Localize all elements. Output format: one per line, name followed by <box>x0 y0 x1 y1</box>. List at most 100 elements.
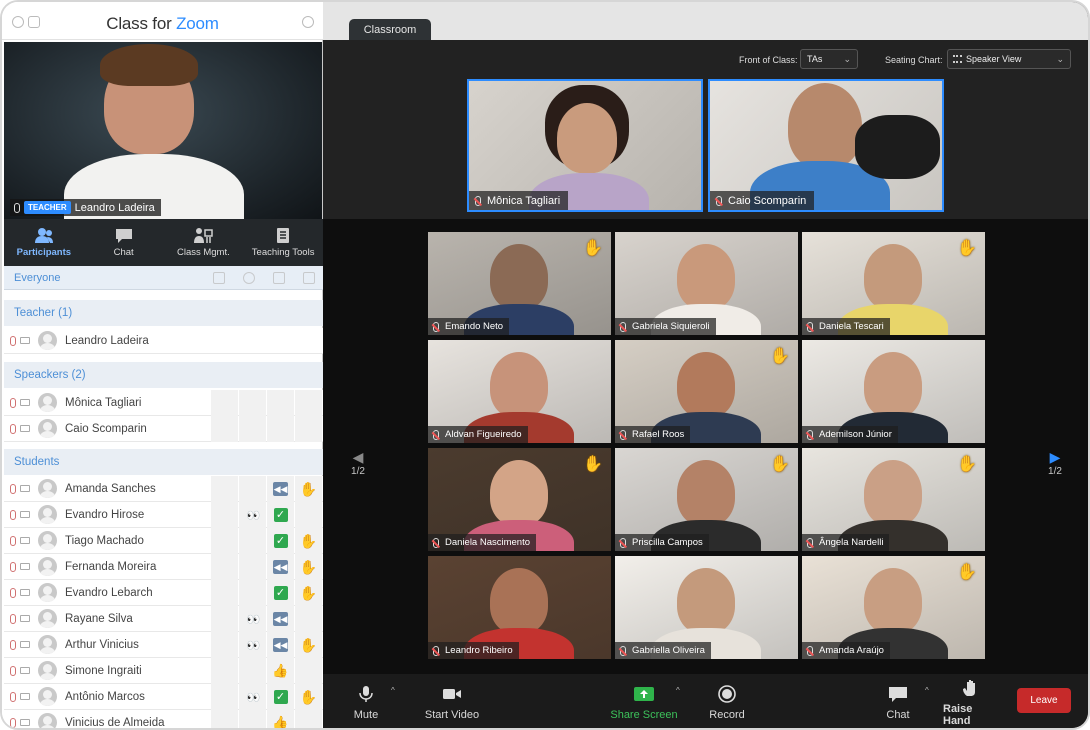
raise-hand-button[interactable]: Raise Hand <box>943 674 999 728</box>
mic-muted-icon <box>433 645 439 656</box>
participant-video-tile[interactable]: ✋ Daniela Nascimento <box>428 448 611 551</box>
camera-icon[interactable] <box>20 337 30 344</box>
teacher-row[interactable]: Leandro Ladeira <box>4 328 323 354</box>
status-cell: ✋ <box>295 554 322 580</box>
mic-icon[interactable] <box>10 397 16 408</box>
start-video-button[interactable]: Start Video <box>421 674 483 728</box>
participant-video-tile[interactable]: ✋ Priscilla Campos <box>615 448 798 551</box>
mic-icon[interactable] <box>10 483 16 494</box>
mic-icon[interactable] <box>10 665 16 676</box>
front-of-class-select[interactable]: TAs ⌄ <box>800 49 858 69</box>
participant-name-tag: Ângela Nardelli <box>802 534 890 551</box>
speaker-row[interactable]: Mônica Tagliari <box>4 390 323 416</box>
avatar <box>38 479 57 498</box>
tab-participants[interactable]: Participants <box>4 219 84 266</box>
participant-video-tile[interactable]: Aldvan Figueiredo <box>428 340 611 443</box>
section-students[interactable]: Students <box>4 449 323 475</box>
start-video-label: Start Video <box>424 709 480 721</box>
settings-icon[interactable] <box>302 16 314 28</box>
seating-chart-select[interactable]: Speaker View ⌄ <box>947 49 1071 69</box>
participant-video-tile[interactable]: Leandro Ribeiro <box>428 556 611 659</box>
section-teacher[interactable]: Teacher (1) <box>4 300 323 326</box>
camera-icon[interactable] <box>20 425 30 432</box>
camera-icon[interactable] <box>20 693 30 700</box>
student-row[interactable]: Evandro Lebarch ✓ ✋ <box>4 580 323 606</box>
mic-muted-icon <box>433 537 439 548</box>
hand-column-icon[interactable] <box>303 272 315 284</box>
checkbox-column-icon[interactable] <box>213 272 225 284</box>
mute-button[interactable]: Mute <box>345 674 387 728</box>
mic-muted-icon <box>807 429 813 440</box>
rewind-icon: ◀◀ <box>273 482 288 496</box>
student-row[interactable]: Rayane Silva 👀 ◀◀ <box>4 606 323 632</box>
grid-icon <box>953 55 962 63</box>
participant-video-tile[interactable]: ✋ Emando Neto <box>428 232 611 335</box>
tab-class-mgmt[interactable]: Class Mgmt. <box>164 219 244 266</box>
mic-icon[interactable] <box>10 587 16 598</box>
speaker-video-2[interactable]: Caio Scomparin <box>708 79 944 212</box>
mic-icon[interactable] <box>10 613 16 624</box>
participant-video-tile[interactable]: Gabriela Siquieroli <box>615 232 798 335</box>
eye-column-icon[interactable] <box>243 272 255 284</box>
camera-icon[interactable] <box>20 589 30 596</box>
camera-icon[interactable] <box>20 667 30 674</box>
status-cell: ◀◀ <box>267 554 294 580</box>
chevron-up-icon[interactable]: ^ <box>391 686 395 695</box>
student-row[interactable]: Amanda Sanches ◀◀ ✋ <box>4 476 323 502</box>
mic-icon[interactable] <box>10 423 16 434</box>
mic-icon[interactable] <box>10 335 16 346</box>
chat-button[interactable]: Chat <box>881 674 915 728</box>
page-indicator-left: 1/2 <box>351 466 365 477</box>
mic-icon[interactable] <box>10 691 16 702</box>
prev-page-button[interactable]: ◀ 1/2 <box>345 449 371 477</box>
student-row[interactable]: Antônio Marcos 👀 ✓ ✋ <box>4 684 323 710</box>
student-row[interactable]: Arthur Vinicius 👀 ◀◀ ✋ <box>4 632 323 658</box>
camera-icon[interactable] <box>20 537 30 544</box>
camera-icon[interactable] <box>20 641 30 648</box>
video-camera-icon <box>443 689 461 699</box>
chevron-up-icon[interactable]: ^ <box>676 686 680 695</box>
thumb-column-icon[interactable] <box>273 272 285 284</box>
microphone-icon <box>359 686 373 702</box>
speaker-video-1[interactable]: Mônica Tagliari <box>467 79 703 212</box>
participant-video-tile[interactable]: ✋ Ângela Nardelli <box>802 448 985 551</box>
mic-icon[interactable] <box>10 717 16 728</box>
tab-teaching-tools[interactable]: Teaching Tools <box>243 219 323 266</box>
share-screen-button[interactable]: Share Screen <box>609 674 679 728</box>
leave-button[interactable]: Leave <box>1017 688 1071 713</box>
participant-name: Amanda Sanches <box>65 482 156 495</box>
tab-chat-label: Chat <box>113 247 134 258</box>
section-speakers[interactable]: Speackers (2) <box>4 362 323 388</box>
next-page-button[interactable]: ▶ 1/2 <box>1042 449 1068 477</box>
share-screen-icon <box>634 687 654 701</box>
student-row[interactable]: Evandro Hirose 👀 ✓ <box>4 502 323 528</box>
everyone-row[interactable]: Everyone <box>4 266 323 290</box>
camera-icon[interactable] <box>20 563 30 570</box>
raised-hand-icon: ✋ <box>583 240 603 257</box>
camera-icon[interactable] <box>20 511 30 518</box>
speaker-row[interactable]: Caio Scomparin <box>4 416 323 442</box>
student-row[interactable]: Fernanda Moreira ◀◀ ✋ <box>4 554 323 580</box>
student-row[interactable]: Simone Ingraiti 👍 <box>4 658 323 684</box>
classroom-tab[interactable]: Classroom <box>349 19 431 41</box>
mic-icon[interactable] <box>10 535 16 546</box>
student-row[interactable]: Vinicius de Almeida 👍 <box>4 710 323 728</box>
participant-name-tag: Daniela Tescari <box>802 318 890 335</box>
mic-icon[interactable] <box>10 639 16 650</box>
camera-icon[interactable] <box>20 615 30 622</box>
camera-icon[interactable] <box>20 719 30 726</box>
participant-video-tile[interactable]: ✋ Amanda Araújo <box>802 556 985 659</box>
camera-icon[interactable] <box>20 485 30 492</box>
record-button[interactable]: Record <box>705 674 749 728</box>
chevron-up-icon[interactable]: ^ <box>925 686 929 695</box>
student-row[interactable]: Tiago Machado ✓ ✋ <box>4 528 323 554</box>
mic-icon[interactable] <box>10 509 16 520</box>
participant-video-tile[interactable]: ✋ Rafael Roos <box>615 340 798 443</box>
eyes-icon: 👀 <box>246 509 261 522</box>
participant-video-tile[interactable]: Gabriella Oliveira <box>615 556 798 659</box>
participant-video-tile[interactable]: ✋ Daniela Tescari <box>802 232 985 335</box>
mic-icon[interactable] <box>10 561 16 572</box>
camera-icon[interactable] <box>20 399 30 406</box>
participant-video-tile[interactable]: Ademilson Júnior <box>802 340 985 443</box>
tab-chat[interactable]: Chat <box>84 219 164 266</box>
